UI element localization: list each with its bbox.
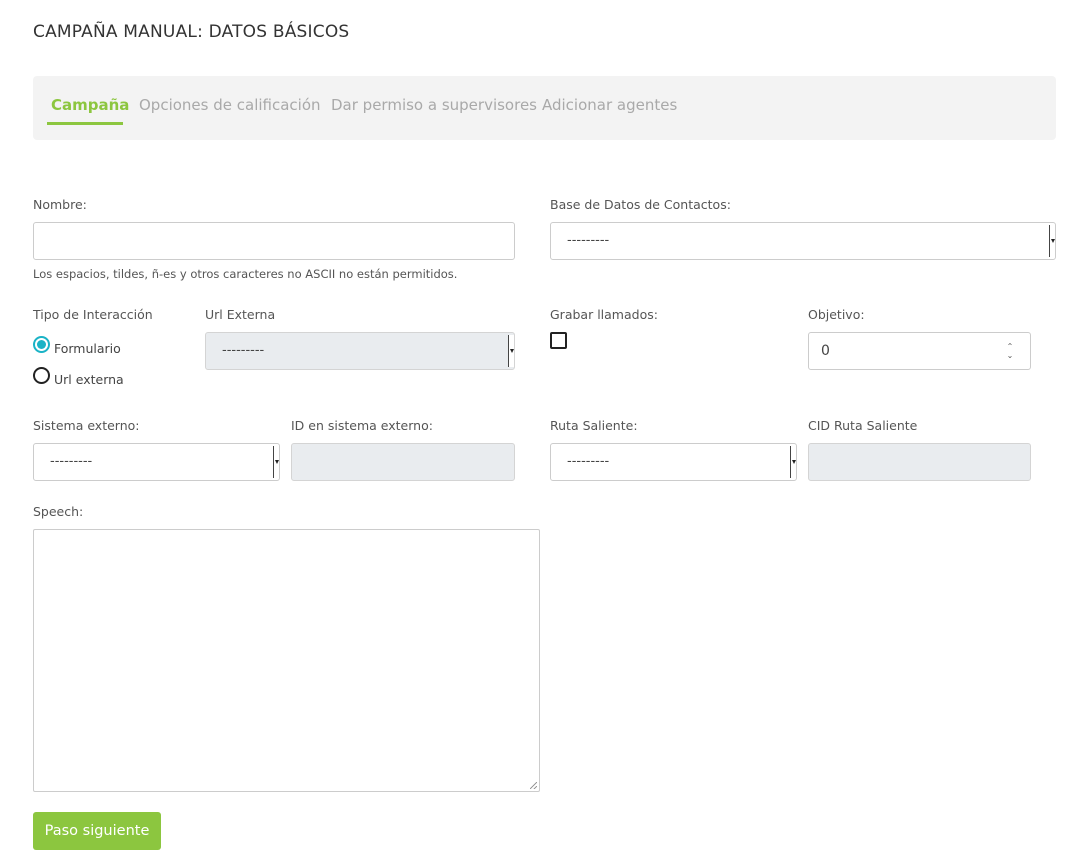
id-sistema-externo-label: ID en sistema externo: <box>291 418 433 433</box>
ruta-saliente-label: Ruta Saliente: <box>550 418 638 433</box>
tab-opciones-calificacion[interactable]: Opciones de calificación <box>139 96 321 114</box>
objetivo-label: Objetivo: <box>808 307 865 322</box>
ruta-saliente-select[interactable]: --------- <box>550 443 797 481</box>
nombre-help-text: Los espacios, tildes, ñ-es y otros carac… <box>33 267 458 281</box>
chevron-down-icon <box>273 446 279 478</box>
tab-permiso-supervisores[interactable]: Dar permiso a supervisores <box>331 96 537 114</box>
chevron-down-icon <box>1049 225 1055 257</box>
page-title: CAMPAÑA MANUAL: DATOS BÁSICOS <box>33 22 350 42</box>
radio-formulario-label: Formulario <box>54 341 121 356</box>
url-externa-select[interactable]: --------- <box>205 332 515 370</box>
nombre-label: Nombre: <box>33 197 87 212</box>
speech-textarea[interactable] <box>33 529 540 792</box>
sistema-externo-label: Sistema externo: <box>33 418 140 433</box>
nombre-input[interactable] <box>33 222 515 260</box>
objetivo-input[interactable]: 0 ⌃ ⌄ <box>808 332 1031 370</box>
base-datos-select[interactable]: --------- <box>550 222 1056 260</box>
radio-unchecked-icon <box>33 367 50 384</box>
url-externa-label: Url Externa <box>205 307 276 322</box>
objetivo-value: 0 <box>821 343 830 359</box>
tab-adicionar-agentes[interactable]: Adicionar agentes <box>542 96 677 114</box>
url-externa-selected: --------- <box>222 343 265 358</box>
speech-label: Speech: <box>33 504 84 519</box>
ruta-saliente-selected: --------- <box>567 454 610 469</box>
chevron-down-icon <box>790 446 796 478</box>
cid-ruta-saliente-input[interactable] <box>808 443 1031 481</box>
sistema-externo-selected: --------- <box>50 454 93 469</box>
grabar-llamados-checkbox[interactable] <box>550 332 567 349</box>
id-sistema-externo-input[interactable] <box>291 443 515 481</box>
resize-grip-icon[interactable] <box>530 782 537 789</box>
cid-ruta-saliente-label: CID Ruta Saliente <box>808 418 918 433</box>
radio-url-externa[interactable]: Url externa <box>33 364 124 387</box>
paso-siguiente-button[interactable]: Paso siguiente <box>33 812 161 850</box>
active-tab-indicator <box>47 122 123 125</box>
tabs-bar: Campaña Opciones de calificación Dar per… <box>33 76 1056 140</box>
base-datos-label: Base de Datos de Contactos: <box>550 197 731 212</box>
radio-checked-icon <box>33 336 50 353</box>
grabar-llamados-label: Grabar llamados: <box>550 307 658 322</box>
radio-formulario[interactable]: Formulario <box>33 333 121 356</box>
base-datos-selected: --------- <box>567 233 610 248</box>
sistema-externo-select[interactable]: --------- <box>33 443 280 481</box>
number-spinner-icon[interactable]: ⌃ ⌄ <box>1004 342 1016 360</box>
tab-campana[interactable]: Campaña <box>51 96 129 114</box>
tipo-interaccion-label: Tipo de Interacción <box>33 307 153 322</box>
radio-url-externa-label: Url externa <box>54 372 124 387</box>
chevron-down-icon <box>508 335 514 367</box>
